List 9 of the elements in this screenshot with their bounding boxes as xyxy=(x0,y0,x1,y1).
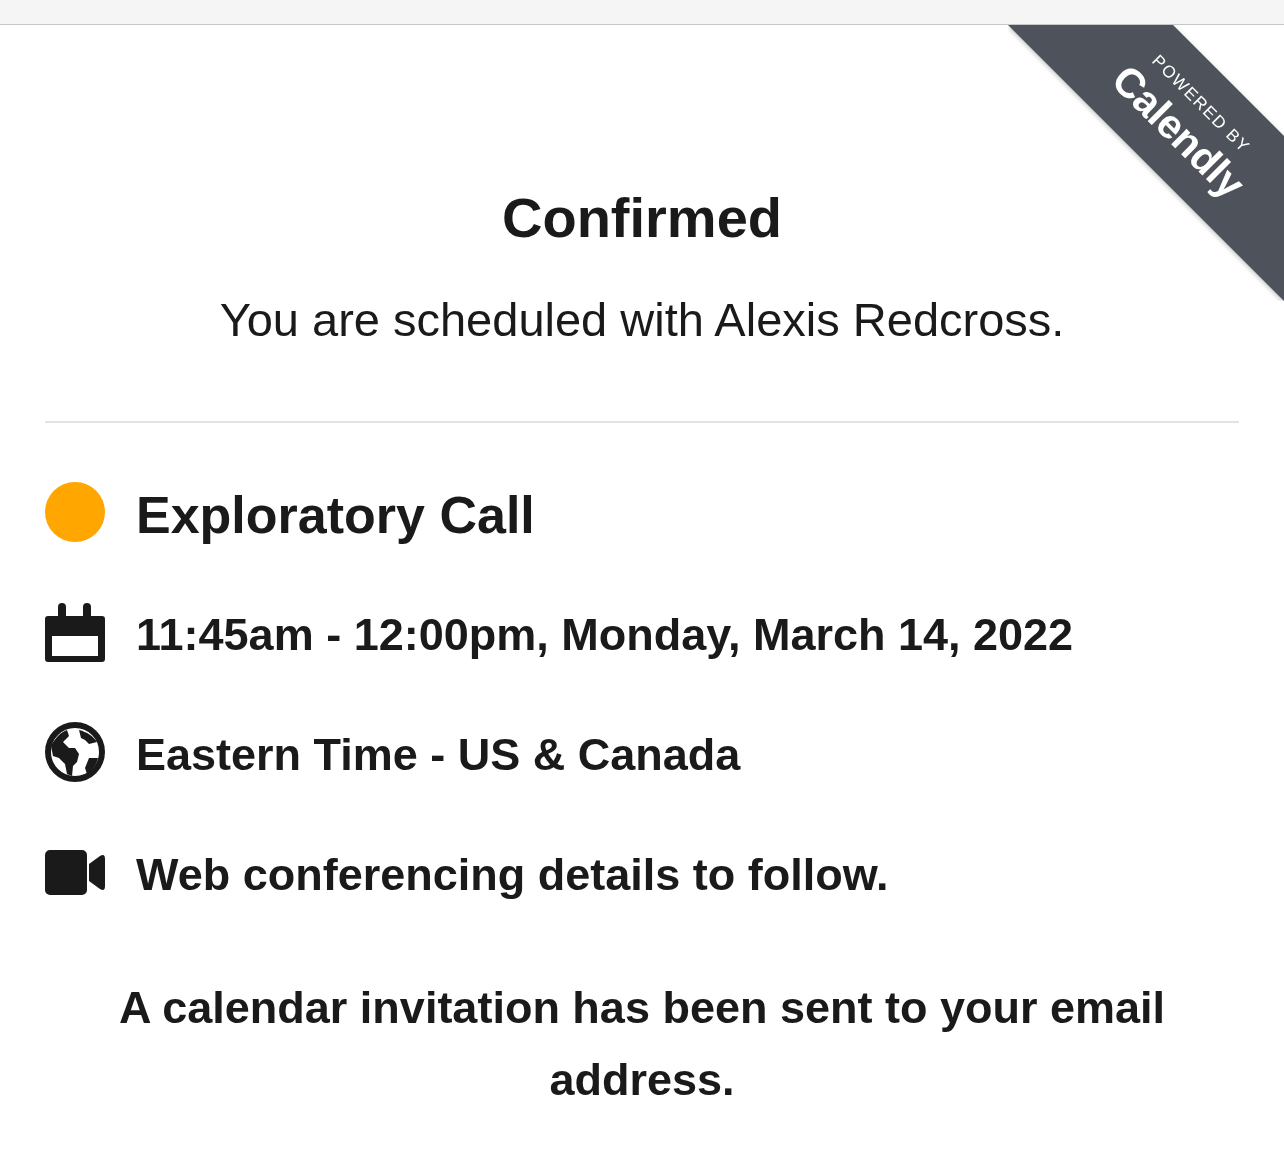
calendar-icon xyxy=(45,602,105,662)
event-date-time: 11:45am - 12:00pm, Monday, March 14, 2022 xyxy=(136,608,1074,662)
event-conferencing-info: Web conferencing details to follow. xyxy=(136,848,889,902)
event-time-zone: Eastern Time - US & Canada xyxy=(136,728,741,782)
video-camera-icon xyxy=(45,849,105,895)
globe-icon xyxy=(45,722,105,782)
confirmation-message: You are scheduled with Alexis Redcross. xyxy=(218,292,1066,348)
event-name: Exploratory Call xyxy=(136,485,535,545)
invitation-note: A calendar invitation has been sent to your email address. xyxy=(117,981,1167,1107)
